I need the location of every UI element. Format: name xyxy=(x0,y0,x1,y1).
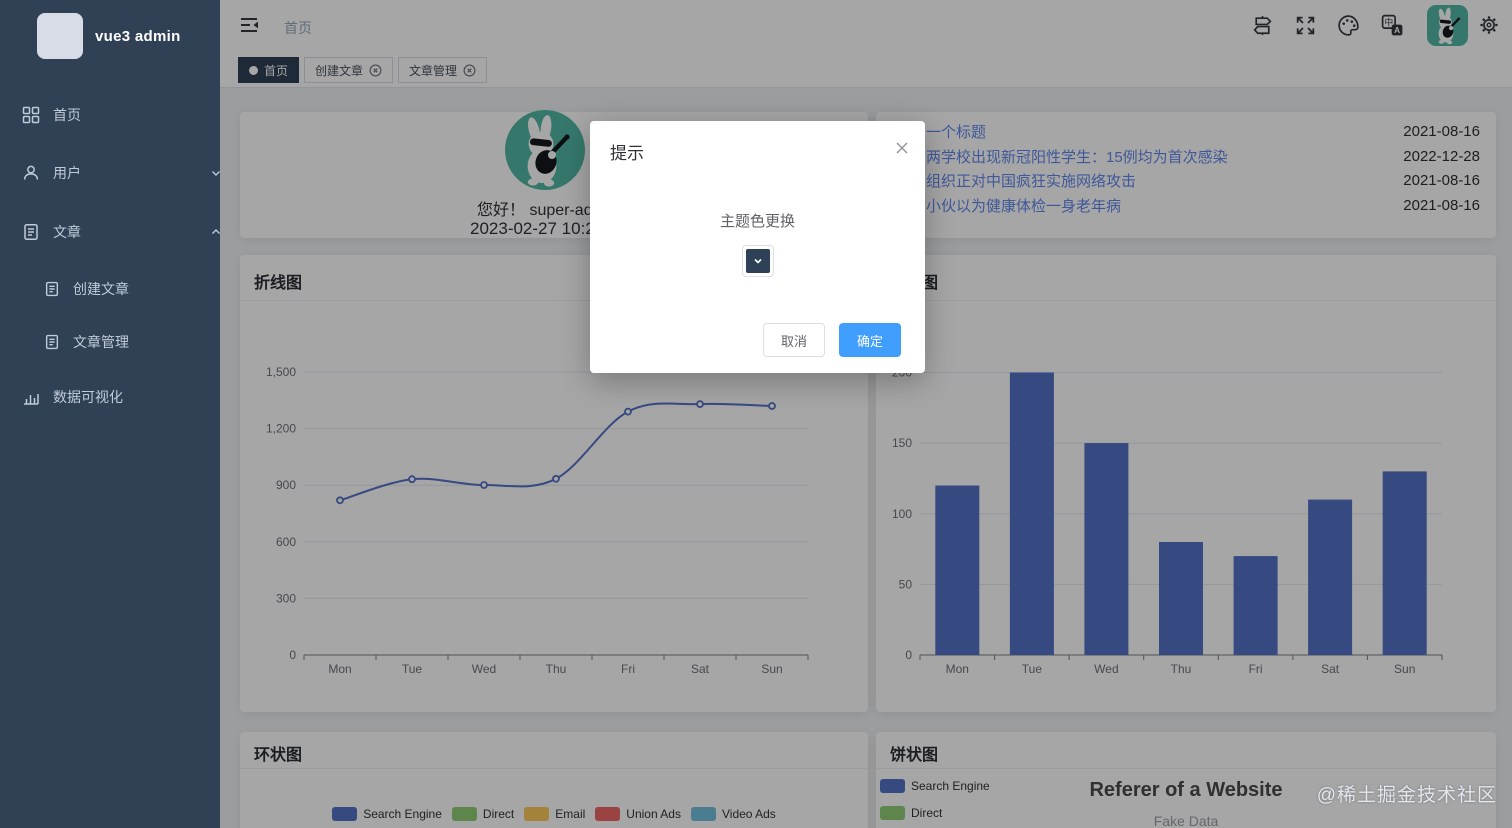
sidebar: vue3 admin 首页用户文章创建文章文章管理数据可视化 xyxy=(0,0,220,828)
sidebar-item-label: 创建文章 xyxy=(73,280,129,297)
sidebar-item-label: 用户 xyxy=(53,165,81,181)
sidebar-item-0[interactable]: 首页 xyxy=(0,87,242,143)
app-title: vue3 admin xyxy=(95,28,181,45)
close-icon[interactable] xyxy=(895,141,909,155)
doc-icon xyxy=(44,334,60,350)
app-root: vue3 admin 首页 用户 文章 创建文章 文章管理 数据可视化 首页 中… xyxy=(0,0,1512,828)
doc-icon xyxy=(44,281,60,297)
sidebar-item-label: 数据可视化 xyxy=(53,389,123,405)
sidebar-item-2[interactable]: 文章 xyxy=(0,204,242,260)
dialog-message: 主题色更换 xyxy=(719,213,795,230)
dialog-title: 提示 xyxy=(610,144,644,163)
dialog-footer: 取消 确定 xyxy=(762,323,901,357)
chevron-down-icon xyxy=(754,258,762,264)
theme-color-picker[interactable] xyxy=(742,245,774,277)
article-icon xyxy=(22,223,40,241)
sidebar-item-label: 文章 xyxy=(53,224,81,240)
theme-dialog: 提示 主题色更换 取消 确定 xyxy=(590,121,925,373)
confirm-button[interactable]: 确定 xyxy=(838,323,901,357)
chart-icon xyxy=(22,388,40,406)
user-icon xyxy=(22,164,40,182)
sidebar-item-label: 文章管理 xyxy=(73,333,129,350)
app-logo xyxy=(37,13,83,59)
sidebar-item-5[interactable]: 数据可视化 xyxy=(0,369,242,425)
sidebar-item-1[interactable]: 用户 xyxy=(0,145,242,201)
watermark: @稀土掘金技术社区 xyxy=(1316,785,1497,806)
cancel-button[interactable]: 取消 xyxy=(762,323,825,357)
color-swatch xyxy=(746,249,770,273)
dashboard-icon xyxy=(22,106,40,124)
sidebar-item-label: 首页 xyxy=(53,107,81,123)
